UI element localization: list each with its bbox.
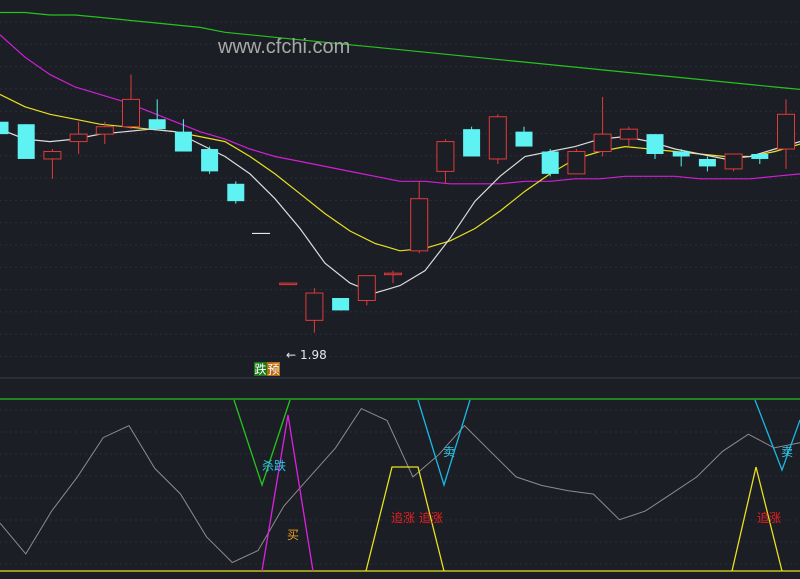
candle-body: [541, 151, 559, 174]
candle-body: [69, 133, 88, 143]
ma-short-line: [0, 93, 800, 252]
candle-body: [332, 298, 350, 311]
candle-body: [0, 121, 9, 135]
candle-body: [698, 158, 716, 167]
label-buy: 买: [287, 528, 299, 542]
label-chase-1: 追涨 追涨: [391, 510, 443, 525]
candle-body: [174, 131, 192, 152]
candles: [0, 74, 795, 333]
ma-mid-line: [0, 34, 800, 185]
candle-body: [305, 292, 324, 321]
badge-text-1: 跌: [255, 362, 267, 377]
candle-body: [201, 149, 219, 172]
price-tag: ← 1.98: [286, 348, 327, 362]
candle-body: [672, 151, 690, 157]
grid: [0, 21, 800, 565]
label-chase-2: 追涨: [757, 510, 781, 525]
sell-signal-1: [417, 399, 471, 488]
candle-body: [593, 133, 612, 153]
candle-body: [122, 98, 140, 128]
chart-stage: 杀跌买 追涨 追涨 卖 卖追涨 www.cfchi.com ← 1.98 跌 预: [0, 0, 800, 579]
candle-body: [619, 128, 638, 140]
candle-body: [384, 272, 402, 276]
candle-body: [777, 113, 795, 150]
candle-body: [463, 129, 481, 157]
label-sell-2: 卖: [781, 445, 793, 459]
candle-body: [410, 198, 429, 252]
label-sell-1: 卖: [443, 445, 455, 459]
badge-text-2: 预: [268, 363, 280, 377]
kline-chart: 杀跌买 追涨 追涨 卖 卖追涨 www.cfchi.com ← 1.98 跌 预: [0, 11, 800, 572]
price-tag-value: 1.98: [300, 348, 327, 362]
candle-body: [227, 183, 245, 202]
watermark: www.cfchi.com: [217, 36, 350, 58]
label-kill-drop: 杀跌: [262, 458, 286, 473]
ma-long-line: [0, 11, 800, 90]
candle-body: [751, 154, 769, 159]
svg-text:←: ←: [286, 348, 296, 362]
candle-body: [43, 151, 62, 160]
buy-signal: [261, 414, 314, 572]
indicator-panel: 杀跌买 追涨 追涨 卖 卖追涨: [0, 398, 800, 572]
candle-body: [357, 275, 376, 301]
candle-body: [436, 141, 455, 172]
candle-body: [95, 126, 114, 135]
candle-body: [17, 124, 35, 159]
candle-body: [567, 151, 586, 175]
candle-body: [515, 131, 533, 147]
candle-body: [488, 116, 507, 160]
candle-body: [279, 282, 298, 286]
candle-body: [148, 119, 166, 130]
signal-badge: 跌 预: [254, 362, 280, 377]
candle-body: [724, 153, 743, 170]
candle-body: [646, 134, 664, 154]
